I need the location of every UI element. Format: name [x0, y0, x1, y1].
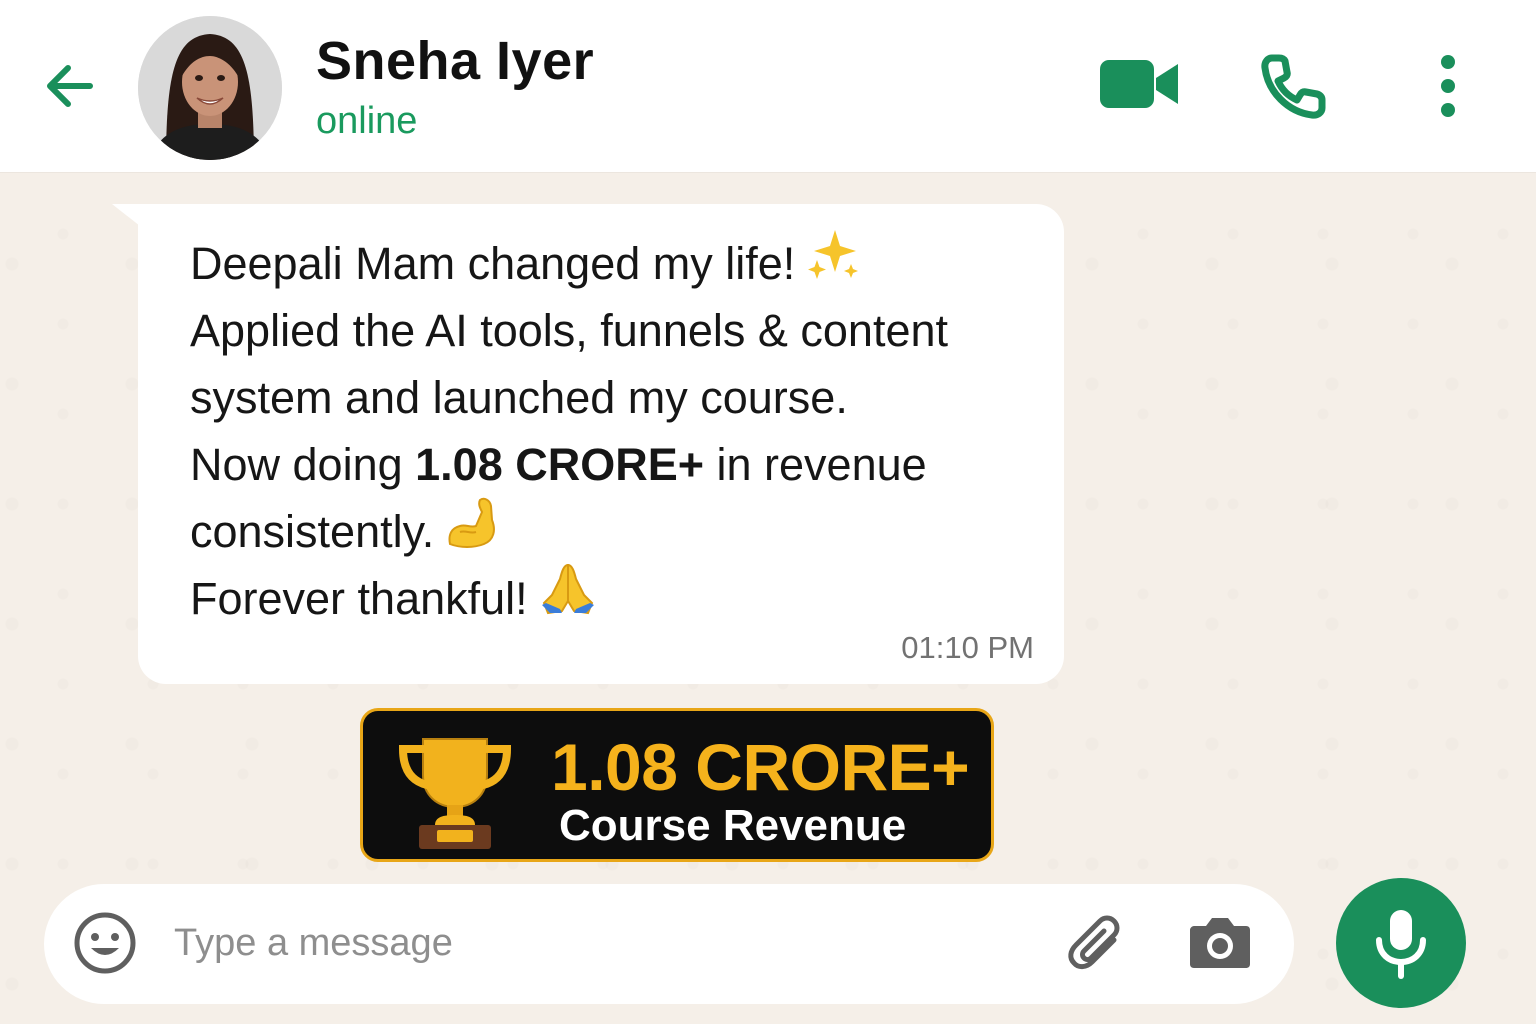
- avatar[interactable]: [138, 16, 282, 160]
- more-vertical-icon: [1441, 55, 1455, 117]
- message-line: system and launched my course.: [190, 364, 948, 431]
- flexed-biceps-icon: [444, 494, 500, 568]
- message-line-2: Applied the AI tools, funnels & content: [190, 305, 949, 356]
- badge-label: Course Revenue: [559, 801, 907, 850]
- arrow-left-icon: [47, 65, 93, 107]
- video-call-icon: [1100, 60, 1178, 108]
- trophy-icon: [393, 729, 517, 853]
- phone-icon: [1261, 54, 1326, 119]
- revenue-badge: 1.08 CRORE+ Course Revenue: [360, 708, 994, 862]
- message-input[interactable]: [174, 910, 1034, 976]
- message-text: Deepali Mam changed my life! Applied the…: [190, 230, 948, 632]
- contact-status: online: [316, 100, 418, 142]
- attach-button[interactable]: [1060, 908, 1130, 978]
- voice-message-button[interactable]: [1336, 878, 1466, 1008]
- chat-header: Sneha Iyer online: [0, 0, 1536, 173]
- emoji-smiley-icon: [74, 912, 136, 974]
- message-line-1: Deepali Mam changed my life!: [190, 238, 796, 289]
- badge-amount: 1.08 CRORE+: [551, 730, 970, 804]
- sparkles-icon: [805, 226, 861, 300]
- message-line: consistently.: [190, 497, 948, 565]
- folded-hands-icon: [538, 561, 598, 635]
- message-composer: [44, 884, 1294, 1004]
- emoji-button[interactable]: [72, 910, 138, 976]
- microphone-icon: [1376, 910, 1426, 979]
- voice-call-button[interactable]: [1258, 50, 1330, 122]
- message-timestamp: 01:10 PM: [901, 630, 1034, 665]
- camera-icon: [1190, 918, 1250, 968]
- incoming-message-bubble[interactable]: Deepali Mam changed my life! Applied the…: [138, 204, 1064, 684]
- bubble-tail: [112, 204, 140, 226]
- message-line-4-start: Now doing: [190, 439, 416, 490]
- message-line-4-end: in revenue: [704, 439, 927, 490]
- back-button[interactable]: [38, 54, 102, 118]
- message-line-3: system and launched my course.: [190, 372, 848, 423]
- video-call-button[interactable]: [1098, 54, 1182, 114]
- revenue-highlight: 1.08 CRORE+: [415, 439, 705, 490]
- message-line-6: Forever thankful!: [190, 573, 528, 624]
- message-line: Deepali Mam changed my life!: [190, 230, 948, 297]
- paperclip-icon: [1068, 915, 1120, 970]
- contact-name[interactable]: Sneha Iyer: [316, 30, 594, 92]
- contact-photo: [138, 16, 282, 160]
- message-line: Forever thankful!: [190, 564, 948, 632]
- message-line-5: consistently.: [190, 506, 435, 557]
- camera-button[interactable]: [1188, 912, 1252, 972]
- message-line: Applied the AI tools, funnels & content: [190, 297, 948, 364]
- more-options-button[interactable]: [1426, 52, 1470, 120]
- message-line: Now doing 1.08 CRORE+ in revenue: [190, 431, 948, 498]
